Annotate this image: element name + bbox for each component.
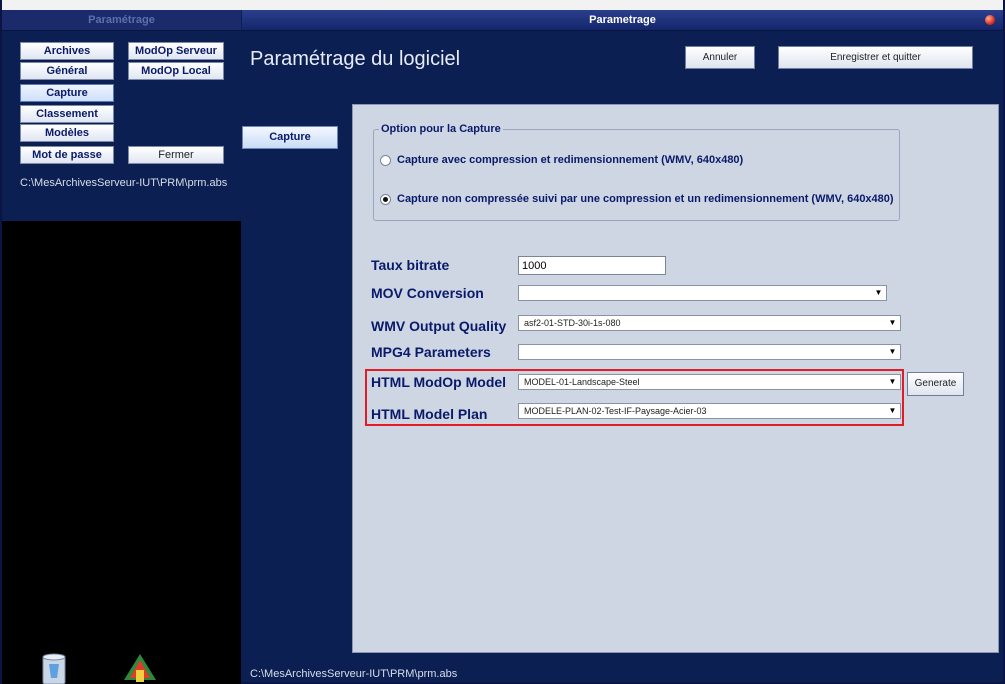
- generate-button[interactable]: Generate: [907, 372, 964, 396]
- option-2-label: Capture non compressée suivi par une com…: [397, 193, 894, 205]
- wmv-output-quality-label: WMV Output Quality: [371, 318, 507, 334]
- html-model-plan-value: MODELE-PLAN-02-Test-IF-Paysage-Acier-03: [524, 406, 707, 416]
- nav-modop-serveur-button[interactable]: ModOp Serveur: [128, 42, 224, 60]
- chevron-down-icon[interactable]: ▼: [886, 376, 899, 388]
- tab-capture[interactable]: Capture: [242, 126, 338, 149]
- chevron-down-icon[interactable]: ▼: [886, 317, 899, 329]
- nav-modeles-button[interactable]: Modèles: [20, 124, 114, 142]
- option-1-label: Capture avec compression et redimensionn…: [397, 154, 744, 166]
- left-file-path: C:\MesArchivesServeur-IUT\PRM\prm.abs: [20, 177, 228, 189]
- html-model-plan-label: HTML Model Plan: [371, 406, 488, 422]
- settings-panel: Option pour la Capture Capture avec comp…: [352, 104, 999, 653]
- radio-option-2[interactable]: [380, 193, 391, 205]
- mpg4-parameters-select[interactable]: ▼: [518, 344, 901, 360]
- capture-option-1[interactable]: Capture avec compression et redimensionn…: [380, 154, 743, 166]
- left-title-bar: Paramétrage: [2, 10, 241, 31]
- taux-bitrate-label: Taux bitrate: [371, 257, 450, 273]
- html-modop-model-select[interactable]: MODEL-01-Landscape-Steel ▼: [518, 374, 901, 390]
- mov-conversion-select[interactable]: ▼: [518, 285, 887, 301]
- html-modop-model-label: HTML ModOp Model: [371, 374, 507, 390]
- mov-conversion-label: MOV Conversion: [371, 285, 484, 301]
- taux-bitrate-input[interactable]: [518, 256, 666, 275]
- mpg4-parameters-label: MPG4 Parameters: [371, 344, 491, 360]
- recycle-bin-icon[interactable]: [37, 652, 71, 684]
- nav-general-button[interactable]: Général: [20, 62, 114, 80]
- application-icon[interactable]: [120, 652, 160, 684]
- nav-modop-local-button[interactable]: ModOp Local: [128, 62, 224, 80]
- html-model-plan-select[interactable]: MODELE-PLAN-02-Test-IF-Paysage-Acier-03 …: [518, 403, 901, 419]
- radio-option-1[interactable]: [380, 154, 391, 166]
- chevron-down-icon[interactable]: ▼: [886, 405, 899, 417]
- close-icon[interactable]: [985, 15, 995, 25]
- cancel-button[interactable]: Annuler: [685, 46, 755, 69]
- nav-classement-button[interactable]: Classement: [20, 105, 114, 123]
- capture-option-group: Option pour la Capture Capture avec comp…: [373, 123, 900, 221]
- capture-option-2[interactable]: Capture non compressée suivi par une com…: [380, 193, 894, 205]
- nav-mot-de-passe-button[interactable]: Mot de passe: [20, 146, 114, 164]
- window-title-bar: Parametrage: [242, 10, 1003, 31]
- wmv-output-quality-value: asf2-01-STD-30i-1s-080: [524, 318, 621, 328]
- page-title: Paramétrage du logiciel: [250, 48, 461, 70]
- bottom-file-path: C:\MesArchivesServeur-IUT\PRM\prm.abs: [250, 668, 458, 680]
- html-modop-model-value: MODEL-01-Landscape-Steel: [524, 377, 640, 387]
- chevron-down-icon[interactable]: ▼: [886, 346, 899, 358]
- wmv-output-quality-select[interactable]: asf2-01-STD-30i-1s-080 ▼: [518, 315, 901, 331]
- nav-capture-button[interactable]: Capture: [20, 84, 114, 102]
- preview-area: [2, 221, 241, 684]
- group-title: Option pour la Capture: [379, 123, 503, 135]
- save-and-quit-button[interactable]: Enregistrer et quitter: [778, 46, 973, 69]
- chevron-down-icon[interactable]: ▼: [872, 287, 885, 299]
- window-title: Parametrage: [589, 14, 656, 26]
- fermer-button[interactable]: Fermer: [128, 146, 224, 164]
- nav-archives-button[interactable]: Archives: [20, 42, 114, 60]
